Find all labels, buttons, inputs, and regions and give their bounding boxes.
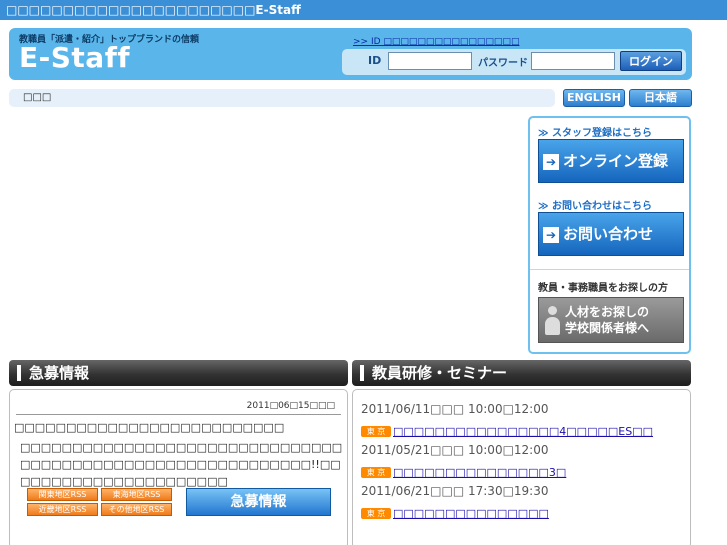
id-input[interactable] — [388, 52, 472, 70]
password-input[interactable] — [531, 52, 615, 70]
news-date: 2011□06□15□□□ — [246, 401, 335, 411]
news-body: □□□□□□□□□□□□□□□□□□□□□□□□□□□□□□□□□□□□□□□□… — [20, 441, 343, 488]
brand-logo[interactable]: E-Staff — [19, 41, 130, 74]
seminar-link[interactable]: □□□□□□□□□□□□□□□3□ — [393, 466, 566, 479]
seminar-item: 東 京 □□□□□□□□□□□□□□□□4□□□□□ES□□ — [361, 421, 653, 440]
arrow-right-icon: ➔ — [543, 226, 559, 243]
rss-tokai-button[interactable]: 東海地区RSS — [101, 488, 172, 501]
contact-label: お問い合わせ — [563, 225, 654, 243]
area-badge: 東 京 — [361, 508, 391, 519]
seminar-item: 東 京 □□□□□□□□□□□□□□□ — [361, 503, 549, 522]
area-badge: 東 京 — [361, 426, 391, 437]
kyubo-section-heading: 急募情報 — [9, 360, 348, 386]
online-register-button[interactable]: ➔ オンライン登録 — [538, 139, 684, 183]
window-title: □□□□□□□□□□□□□□□□□□□□□□E-Staff — [0, 0, 727, 20]
arrow-right-icon: ➔ — [543, 153, 559, 170]
news-title: □□□□□□□□□□□□□□□□□□□□□□□□□□ — [14, 421, 285, 434]
rss-kanto-button[interactable]: 関東地区RSS — [27, 488, 98, 501]
id-label: ID — [368, 54, 382, 67]
seminar-date: 2011/05/21□□□ 10:00□12:00 — [361, 443, 549, 457]
breadcrumb: □□□ — [9, 89, 555, 107]
contact-button[interactable]: ➔ お問い合わせ — [538, 212, 684, 256]
login-button[interactable]: ログイン — [620, 51, 682, 71]
kyubo-button[interactable]: 急募情報 — [186, 488, 331, 516]
online-register-label: オンライン登録 — [563, 152, 669, 170]
area-badge: 東 京 — [361, 467, 391, 478]
side-panel: ≫ スタッフ登録はこちら ➔ オンライン登録 ≫ お問い合わせはこちら ➔ お問い合… — [528, 116, 691, 354]
seminar-link[interactable]: □□□□□□□□□□□□□□□□4□□□□□ES□□ — [393, 425, 653, 438]
rss-other-button[interactable]: その他地区RSS — [101, 503, 172, 516]
login-form: ID パスワード ログイン — [342, 49, 686, 75]
contact-heading: ≫ お問い合わせはこちら — [538, 201, 652, 212]
staff-register-heading: ≫ スタッフ登録はこちら — [538, 128, 652, 139]
seminar-section-heading: 教員研修・セミナー — [352, 360, 691, 386]
rss-kinki-button[interactable]: 近畿地区RSS — [27, 503, 98, 516]
password-label: パスワード — [478, 58, 528, 69]
seminar-box: 2011/06/11□□□ 10:00□12:00 東 京 □□□□□□□□□□□… — [352, 389, 691, 545]
site-header: 教職員「派遣・紹介」トップブランドの信頼 E-Staff >> ID □□□□□… — [9, 28, 692, 80]
english-button[interactable]: ENGLISH — [563, 89, 625, 107]
school-staff-button[interactable]: 人材をお探しの 学校関係者様へ — [538, 297, 684, 343]
seminar-link[interactable]: □□□□□□□□□□□□□□□ — [393, 507, 549, 520]
person-icon — [545, 306, 560, 336]
divider — [530, 269, 689, 270]
school-staff-label: 人材をお探しの 学校関係者様へ — [565, 305, 650, 335]
kyubo-box: 2011□06□15□□□ □□□□□□□□□□□□□□□□□□□□□□□□□□… — [9, 389, 348, 545]
seminar-date: 2011/06/11□□□ 10:00□12:00 — [361, 402, 549, 416]
japanese-button[interactable]: 日本語 — [629, 89, 692, 107]
staff-search-heading: 教員・事務職員をお探しの方 — [538, 283, 668, 294]
seminar-item: 東 京 □□□□□□□□□□□□□□□3□ — [361, 462, 566, 481]
seminar-date: 2011/06/21□□□ 17:30□19:30 — [361, 484, 549, 498]
divider — [16, 414, 341, 415]
id-help-link[interactable]: >> ID □□□□□□□□□□□□□□□□ — [353, 37, 519, 47]
page: □□□□□□□□□□□□□□□□□□□□□□E-Staff 教職員「派遣・紹介」… — [0, 0, 727, 545]
